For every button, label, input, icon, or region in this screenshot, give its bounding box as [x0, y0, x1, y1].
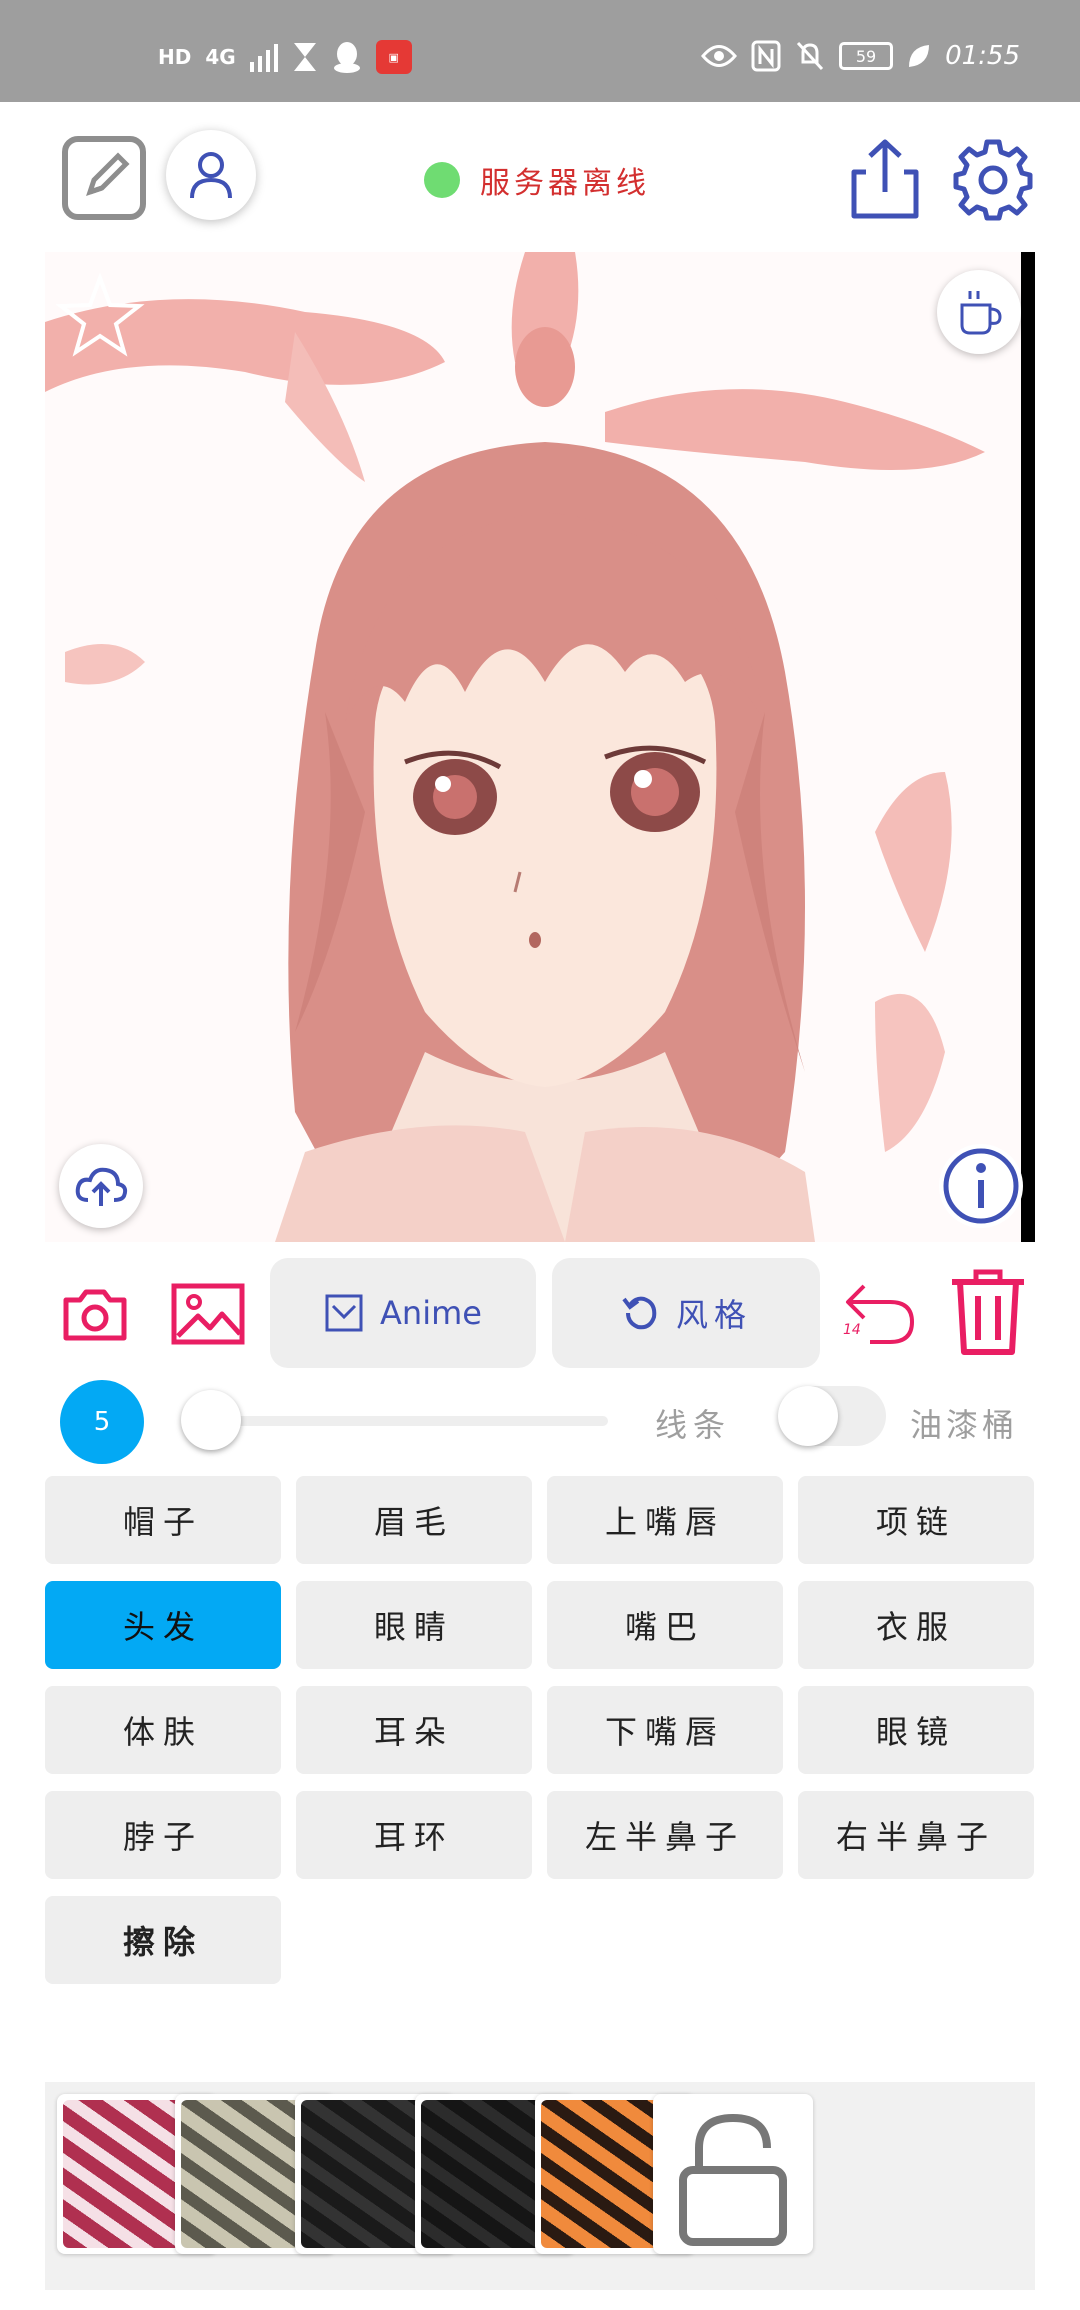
undo-count: 14 — [843, 1322, 861, 1338]
app-icon: ▣ — [375, 40, 412, 74]
part-button[interactable]: 左半鼻子 — [547, 1791, 783, 1879]
user-icon — [190, 152, 232, 199]
camera-button[interactable] — [62, 1282, 128, 1348]
star-icon — [55, 272, 145, 357]
part-button[interactable]: 体肤 — [45, 1686, 281, 1774]
generated-anime-image — [45, 252, 1035, 1242]
part-button[interactable]: 眼睛 — [296, 1581, 532, 1669]
brush-size-badge: 5 — [60, 1380, 144, 1464]
toggle-knob — [778, 1386, 838, 1446]
part-button[interactable]: 耳朵 — [296, 1686, 532, 1774]
lines-label: 线条 — [655, 1406, 732, 1444]
part-button[interactable]: 帽子 — [45, 1476, 281, 1564]
paint-bucket-label: 油漆桶 — [910, 1406, 1019, 1444]
status-right-icons: 59 01:55 — [701, 40, 1020, 72]
cloud-upload-icon — [75, 1167, 128, 1206]
part-button[interactable]: 嘴巴 — [547, 1581, 783, 1669]
part-button[interactable]: 衣服 — [798, 1581, 1034, 1669]
donate-button[interactable] — [937, 270, 1021, 354]
image-icon — [171, 1283, 245, 1345]
paint-bucket-toggle[interactable] — [778, 1386, 886, 1446]
status-left-icons: HD 4G ▣ — [158, 40, 412, 74]
network-indicator: 4G — [205, 45, 236, 69]
pencil-square-icon — [86, 152, 130, 196]
part-button[interactable]: 脖子 — [45, 1791, 281, 1879]
gallery-button[interactable] — [170, 1278, 246, 1350]
brush-size-value: 5 — [93, 1407, 111, 1437]
server-status-text: 服务器离线 — [480, 166, 650, 201]
part-button[interactable]: 头发 — [45, 1581, 281, 1669]
style-button[interactable]: 风格 — [552, 1258, 820, 1368]
tool-bar: Anime 风格 14 — [0, 1252, 1080, 1382]
texture-strip[interactable] — [45, 2082, 1035, 2290]
part-button[interactable]: 上嘴唇 — [547, 1476, 783, 1564]
server-status: 服务器离线 — [424, 158, 650, 202]
lock-icon — [679, 2113, 787, 2246]
part-button[interactable]: 眉毛 — [296, 1476, 532, 1564]
erase-button[interactable]: 擦除 — [45, 1896, 281, 1984]
status-dot-icon — [424, 162, 460, 198]
camera-icon — [63, 1289, 127, 1341]
style-label: 风格 — [675, 1296, 752, 1334]
status-bar: HD 4G ▣ 59 01:55 — [0, 0, 1080, 102]
refresh-icon — [622, 1296, 657, 1330]
drawing-canvas[interactable] — [45, 252, 1035, 1242]
part-button[interactable]: 下嘴唇 — [547, 1686, 783, 1774]
locked-texture[interactable] — [653, 2094, 813, 2254]
info-icon — [943, 1148, 1019, 1224]
nfc-icon — [751, 40, 781, 72]
hd-indicator: HD — [158, 45, 192, 69]
battery-level: 59 — [855, 46, 877, 66]
info-button[interactable] — [939, 1144, 1023, 1228]
share-button[interactable] — [848, 136, 922, 220]
mute-bell-icon — [796, 41, 824, 71]
canvas-edge — [1021, 252, 1035, 1242]
part-button[interactable]: 项链 — [798, 1476, 1034, 1564]
leaf-icon — [909, 45, 930, 67]
face-parts-grid: 帽子 眉毛 上嘴唇 项链头发 眼睛 嘴巴 衣服体肤 耳朵 下嘴唇 眼镜脖子 耳环 左半鼻子 右半鼻子擦除 — [45, 1476, 1035, 1984]
upload-button[interactable] — [59, 1144, 143, 1228]
user-profile-button[interactable] — [166, 130, 256, 220]
part-button[interactable]: 右半鼻子 — [798, 1791, 1034, 1879]
battery-icon: 59 — [839, 42, 894, 70]
envelope-check-icon — [325, 1294, 363, 1332]
anime-label: Anime — [380, 1294, 482, 1332]
hourglass-icon — [293, 43, 316, 71]
gear-icon — [953, 139, 1033, 221]
slider-thumb[interactable] — [180, 1390, 241, 1450]
edit-mode-button[interactable] — [62, 136, 146, 220]
signal-icon — [249, 44, 278, 72]
brush-controls: 5 线条 油漆桶 — [0, 1380, 1080, 1464]
anime-mode-button[interactable]: Anime — [270, 1258, 536, 1368]
delete-button[interactable] — [948, 1268, 1028, 1358]
trash-icon — [952, 1269, 1024, 1355]
coffee-cup-icon — [960, 291, 1002, 335]
app-header: 服务器离线 — [0, 102, 1080, 252]
favorite-button[interactable] — [55, 270, 145, 360]
undo-icon — [846, 1284, 915, 1344]
undo-button[interactable] — [840, 1272, 920, 1352]
clock: 01:55 — [945, 41, 1020, 71]
brush-size-slider[interactable] — [180, 1390, 608, 1450]
part-button[interactable]: 耳环 — [296, 1791, 532, 1879]
part-button[interactable]: 眼镜 — [798, 1686, 1034, 1774]
qq-icon — [333, 42, 360, 73]
eye-icon — [701, 45, 738, 67]
share-icon — [851, 139, 919, 219]
settings-button[interactable] — [950, 136, 1036, 222]
